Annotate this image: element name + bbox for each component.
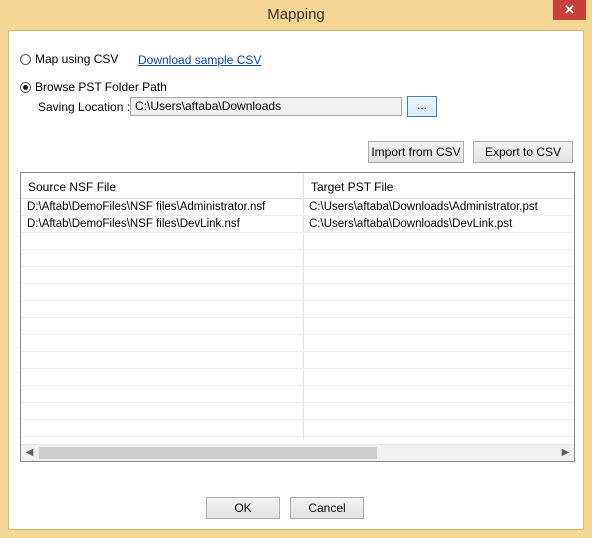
browse-pst-radio[interactable]	[20, 81, 31, 93]
dialog-body: Map using CSV Download sample CSV Browse…	[8, 30, 584, 530]
table-row[interactable]	[21, 352, 574, 369]
title-bar[interactable]: Mapping ✕	[0, 0, 592, 30]
browse-pst-option[interactable]: Browse PST Folder Path	[20, 80, 167, 94]
table-row[interactable]: D:\Aftab\DemoFiles\NSF files\Administrat…	[21, 199, 574, 216]
download-sample-csv-link[interactable]: Download sample CSV	[138, 53, 261, 67]
table-row[interactable]	[21, 335, 574, 352]
mapping-dialog: Mapping ✕ Map using CSV Download sample …	[0, 0, 592, 538]
ok-button[interactable]: OK	[206, 497, 280, 519]
table-row[interactable]	[21, 318, 574, 335]
table-row[interactable]	[21, 369, 574, 386]
export-csv-button[interactable]: Export to CSV	[473, 141, 573, 163]
close-button[interactable]: ✕	[553, 0, 586, 20]
table-row[interactable]	[21, 386, 574, 403]
cancel-button[interactable]: Cancel	[290, 497, 364, 519]
table-row[interactable]	[21, 284, 574, 301]
cell-target-pst: C:\Users\aftaba\Downloads\Administrator.…	[309, 201, 538, 213]
mapping-table[interactable]: Source NSF File Target PST File D:\Aftab…	[20, 172, 575, 462]
cell-source-nsf: D:\Aftab\DemoFiles\NSF files\Administrat…	[27, 201, 266, 213]
scroll-left-icon[interactable]: ◀	[21, 445, 38, 461]
table-row[interactable]	[21, 420, 574, 437]
scroll-right-icon[interactable]: ▶	[557, 445, 574, 461]
table-row[interactable]: D:\Aftab\DemoFiles\NSF files\DevLink.nsf…	[21, 216, 574, 233]
table-row[interactable]	[21, 403, 574, 420]
table-row[interactable]	[21, 250, 574, 267]
table-header: Source NSF File Target PST File	[21, 173, 574, 199]
map-csv-label: Map using CSV	[35, 52, 119, 66]
table-row[interactable]	[21, 233, 574, 250]
import-csv-button[interactable]: Import from CSV	[368, 141, 464, 163]
browse-folder-button[interactable]: ...	[407, 96, 437, 117]
saving-location-label: Saving Location :	[38, 100, 131, 114]
browse-pst-label: Browse PST Folder Path	[35, 80, 167, 94]
table-row[interactable]	[21, 301, 574, 318]
cell-source-nsf: D:\Aftab\DemoFiles\NSF files\DevLink.nsf	[27, 218, 240, 230]
table-rows: D:\Aftab\DemoFiles\NSF files\Administrat…	[21, 199, 574, 454]
column-header-source[interactable]: Source NSF File	[21, 173, 303, 198]
table-row[interactable]	[21, 267, 574, 284]
saving-location-input[interactable]: C:\Users\aftaba\Downloads	[130, 97, 402, 116]
column-header-target[interactable]: Target PST File	[303, 173, 574, 198]
cell-target-pst: C:\Users\aftaba\Downloads\DevLink.pst	[309, 218, 513, 230]
horizontal-scrollbar[interactable]: ◀ ▶	[21, 444, 574, 461]
close-icon: ✕	[564, 2, 575, 17]
map-csv-option[interactable]: Map using CSV	[20, 52, 118, 66]
scroll-thumb[interactable]	[39, 447, 377, 459]
window-title: Mapping	[267, 6, 325, 23]
map-csv-radio[interactable]	[20, 53, 31, 65]
